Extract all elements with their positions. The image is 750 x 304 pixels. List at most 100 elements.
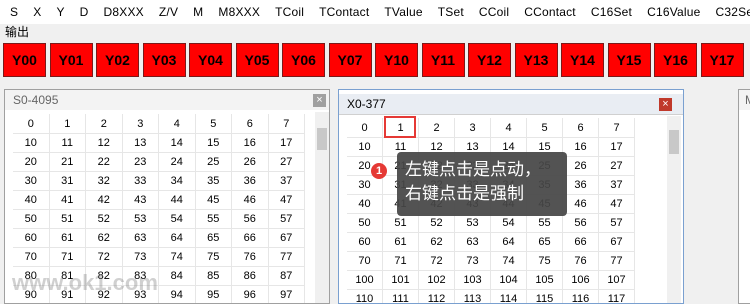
output-button-y03[interactable]: Y03 [142, 43, 186, 77]
panel-s-cell[interactable]: 57 [268, 209, 305, 229]
panel-x-cell[interactable]: 114 [491, 289, 527, 303]
panel-x-cell[interactable]: 111 [383, 289, 419, 303]
panel-s-cell[interactable]: 71 [49, 247, 86, 267]
panel-x-cell[interactable]: 47 [599, 194, 635, 214]
panel-s-cell[interactable]: 41 [49, 190, 86, 210]
panel-s-cell[interactable]: 6 [232, 114, 269, 134]
panel-s-cell[interactable]: 97 [269, 285, 305, 303]
output-button-y16[interactable]: Y16 [654, 43, 697, 77]
panel-s-cell[interactable]: 72 [86, 247, 123, 267]
output-button-y14[interactable]: Y14 [561, 43, 604, 77]
panel-x-cell[interactable]: 51 [383, 213, 419, 233]
panel-s-cell[interactable]: 45 [195, 190, 232, 210]
panel-x-cell[interactable]: 106 [563, 270, 599, 290]
output-button-y17[interactable]: Y17 [700, 43, 744, 77]
panel-s-cell[interactable]: 76 [232, 247, 269, 267]
panel-s-cell[interactable]: 64 [159, 228, 196, 248]
panel-x-cell[interactable]: 76 [563, 251, 599, 271]
panel-x-cell[interactable]: 110 [347, 289, 383, 303]
panel-x-cell[interactable]: 66 [563, 232, 599, 252]
panel-s-cell[interactable]: 25 [195, 152, 232, 172]
panel-x-cell[interactable]: 52 [419, 213, 455, 233]
panel-s-cell[interactable]: 50 [13, 209, 50, 229]
panel-x-cell[interactable]: 73 [455, 251, 491, 271]
panel-x-cell[interactable]: 50 [347, 213, 383, 233]
output-button-y00[interactable]: Y00 [3, 43, 46, 77]
panel-x-cell[interactable]: 100 [347, 270, 383, 290]
panel-x-cell[interactable]: 46 [563, 194, 599, 214]
panel-s-cell[interactable]: 55 [195, 209, 232, 229]
output-button-y12[interactable]: Y12 [468, 43, 511, 77]
menu-item-6[interactable]: M [183, 5, 208, 19]
panel-s-cell[interactable]: 26 [232, 152, 269, 172]
panel-s-cell[interactable]: 37 [268, 171, 305, 191]
panel-s-cell[interactable]: 75 [195, 247, 232, 267]
output-button-y15[interactable]: Y15 [607, 43, 651, 77]
panel-s-cell[interactable]: 17 [268, 133, 305, 153]
output-button-y05[interactable]: Y05 [235, 43, 279, 77]
panel-s-cell[interactable]: 35 [195, 171, 232, 191]
menu-item-16[interactable]: C32Set [706, 5, 750, 19]
panel-x-cell[interactable]: 117 [599, 289, 635, 303]
menu-item-14[interactable]: C16Set [581, 5, 637, 19]
panel-s-cell[interactable]: 2 [86, 114, 123, 134]
panel-s-cell[interactable]: 87 [268, 266, 305, 286]
panel-s-cell[interactable]: 1 [49, 114, 86, 134]
panel-x-cell[interactable]: 26 [563, 156, 599, 176]
panel-x-cell[interactable]: 65 [527, 232, 563, 252]
panel-s-cell[interactable]: 31 [49, 171, 86, 191]
panel-s-cell[interactable]: 3 [122, 114, 159, 134]
panel-s-cell[interactable]: 74 [159, 247, 196, 267]
menu-item-4[interactable]: D8XXX [94, 5, 149, 19]
panel-s-cell[interactable]: 33 [122, 171, 159, 191]
panel-x-cell[interactable]: 27 [599, 156, 635, 176]
panel-x-cell[interactable]: 71 [383, 251, 419, 271]
panel-s-scrollbar[interactable] [315, 112, 329, 303]
panel-x-cell[interactable]: 56 [563, 213, 599, 233]
panel-s-cell[interactable]: 0 [13, 114, 50, 134]
panel-x-cell[interactable]: 40 [347, 194, 383, 214]
panel-s-cell[interactable]: 16 [232, 133, 269, 153]
panel-s-cell[interactable]: 15 [195, 133, 232, 153]
panel-s-cell[interactable]: 22 [86, 152, 123, 172]
panel-x-cell[interactable]: 75 [527, 251, 563, 271]
menu-item-2[interactable]: Y [46, 5, 69, 19]
output-button-y02[interactable]: Y02 [96, 43, 139, 77]
panel-s-cell[interactable]: 86 [232, 266, 269, 286]
menu-item-0[interactable]: S [0, 5, 23, 19]
panel-s-cell[interactable]: 10 [13, 133, 50, 153]
panel-s-cell[interactable]: 23 [122, 152, 159, 172]
panel-x-cell[interactable]: 2 [419, 118, 455, 138]
menu-item-5[interactable]: Z/V [149, 5, 183, 19]
menu-item-11[interactable]: TSet [428, 5, 469, 19]
panel-s-cell[interactable]: 24 [159, 152, 196, 172]
menu-item-12[interactable]: CCoil [469, 5, 514, 19]
menu-item-15[interactable]: C16Value [637, 5, 705, 19]
panel-s-cell[interactable]: 65 [195, 228, 232, 248]
panel-s-cell[interactable]: 63 [122, 228, 159, 248]
output-button-y13[interactable]: Y13 [514, 43, 558, 77]
panel-s-cell[interactable]: 14 [159, 133, 196, 153]
panel-s-cell[interactable]: 47 [268, 190, 305, 210]
panel-x-cell[interactable]: 54 [491, 213, 527, 233]
panel-s-cell[interactable]: 7 [268, 114, 305, 134]
panel-s-cell[interactable]: 56 [232, 209, 269, 229]
panel-x-cell[interactable]: 101 [383, 270, 419, 290]
panel-x-cell[interactable]: 64 [491, 232, 527, 252]
panel-s-cell[interactable]: 21 [49, 152, 86, 172]
output-button-y04[interactable]: Y04 [189, 43, 232, 77]
panel-x-cell[interactable]: 102 [419, 270, 455, 290]
panel-x-cell[interactable]: 74 [491, 251, 527, 271]
panel-x-cell[interactable]: 105 [527, 270, 563, 290]
panel-s-cell[interactable]: 85 [195, 266, 232, 286]
panel-s-cell[interactable]: 36 [232, 171, 269, 191]
panel-x-scrollbar[interactable] [667, 116, 681, 303]
panel-x-cell[interactable]: 107 [599, 270, 635, 290]
panel-s-cell[interactable]: 20 [13, 152, 50, 172]
panel-x-cell[interactable]: 7 [599, 118, 635, 138]
panel-s-cell[interactable]: 66 [232, 228, 269, 248]
output-button-y11[interactable]: Y11 [421, 43, 465, 77]
panel-s-cell[interactable]: 43 [122, 190, 159, 210]
output-button-y10[interactable]: Y10 [375, 43, 418, 77]
panel-x-cell[interactable]: 5 [527, 118, 563, 138]
